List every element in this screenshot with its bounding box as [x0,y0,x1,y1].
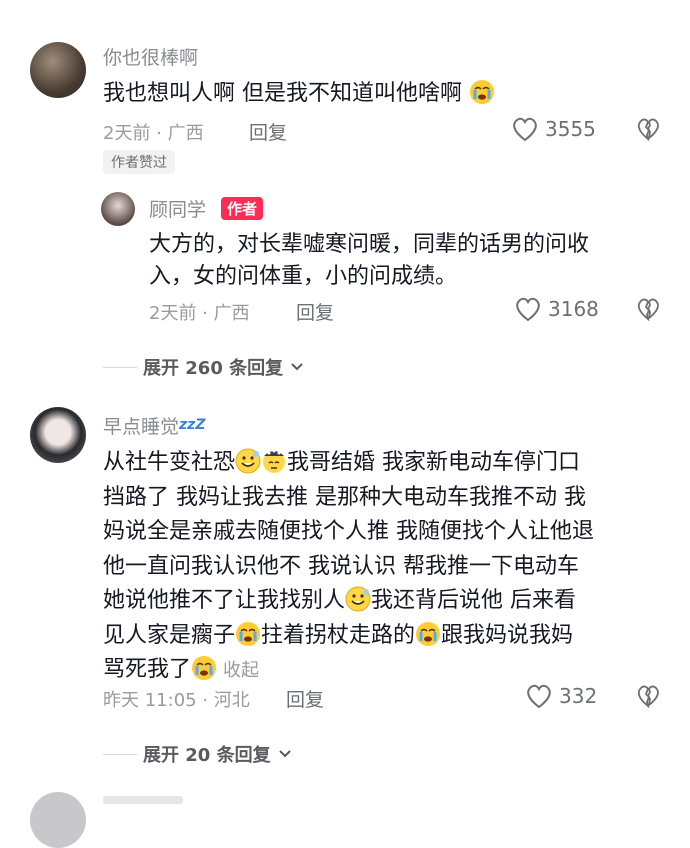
comment-meta: 2天前 · 广西 [103,123,204,144]
chevron-down-icon [291,363,303,371]
crying-face-icon [416,621,441,646]
grin-emoji-icon [235,448,261,474]
comment-text-segment: 见人家是瘸子 [103,622,236,648]
dislike-icon[interactable] [636,117,660,141]
crying-face-icon [470,80,494,104]
comment-text-line: 他一直问我认识他不 我说认识 帮我推一下电动车 [103,550,594,585]
comment-text: 我也想叫人啊 但是我不知道叫他啥啊 [103,77,495,111]
reply-text-line-2: 入，女的问体重，小的问成绩。 [149,264,458,289]
username-text: 早点睡觉 [103,416,180,438]
comment-text-segment: 挡路了 我妈让我去推 是那种大电动车我推不动 我 [103,484,586,510]
comment-text: 从社牛变社恐 我哥结婚 我家新电动车停门口挡路了 我妈让我去推 是那种大电动车我推… [103,446,594,689]
reply-like-button[interactable]: 3168 [514,296,599,322]
comment-text-segment: 我还背后说他 后来看 [371,588,577,613]
collapse-button[interactable]: 收起 [223,660,259,681]
comment-text-segment: 她说他推不了让我找别人 [103,588,346,613]
comment-text-segment: 妈说全是亲戚去随便找个人推 我随便找个人让他退 [103,519,594,544]
avatar[interactable] [30,792,86,848]
author-liked-badge: 作者赞过 [103,150,175,174]
dislike-icon[interactable] [636,684,660,708]
comment-username[interactable]: 早点睡觉zzZ [103,412,205,439]
comment-username[interactable]: 你也很棒啊 [103,43,198,70]
expand-replies-button[interactable]: 展开 260 条回复 [103,354,305,380]
heart-icon [527,684,551,709]
divider [103,753,137,755]
comment-text-segment: 拄着拐杖走路的 [261,622,416,648]
comment-text-segment: 骂死我了 [103,657,192,682]
reply-username[interactable]: 顾同学 [149,195,206,222]
grin-emoji-icon [345,586,371,612]
dizzy-emoji-icon [263,449,286,473]
comment-text-segment: 我哥结婚 我家新电动车停门口 [287,450,581,475]
expand-replies-label: 展开 20 条回复 [143,745,271,766]
crying-face-icon [192,656,217,680]
reply-reply-button[interactable]: 回复 [296,298,334,325]
comment-text-line: 见人家是瘸子 拄着拐杖走路的 跟我妈说我妈 [103,619,594,654]
comment-text-line: 骂死我了 收起 [103,653,594,689]
comment-text-line: 从社牛变社恐 我哥结婚 我家新电动车停门口 [103,446,594,481]
reply-avatar[interactable] [101,192,135,226]
divider [103,366,137,368]
avatar[interactable] [30,407,86,463]
chevron-down-icon [278,750,291,758]
heart-icon [513,117,537,142]
dislike-icon[interactable] [636,297,660,321]
expand-replies-label: 展开 260 条回复 [143,358,284,379]
like-count: 3555 [545,117,596,141]
like-button[interactable]: 332 [525,683,597,709]
like-count: 332 [559,684,598,708]
comment-text-segment: 从社牛变社恐 [103,450,236,475]
reply-text-line-1: 大方的，对长辈嘘寒问暖，同辈的话男的问收 [149,232,590,257]
reply-meta: 2天前 · 广西 [149,303,250,324]
heart-icon [516,297,540,322]
comment-text-segment: 跟我妈说我妈 [441,622,574,648]
comment-text-line: 她说他推不了让我找别人 我还背后说他 后来看 [103,584,594,619]
comment-text-content: 我也想叫人啊 但是我不知道叫他啥啊 [103,81,462,106]
comment-text-line: 妈说全是亲戚去随便找个人推 我随便找个人让他退 [103,515,594,550]
author-tag: 作者 [221,197,264,220]
comment-text-segment: 他一直问我认识他不 我说认识 帮我推一下电动车 [103,553,579,579]
reply-button[interactable]: 回复 [286,685,324,712]
next-username-placeholder [103,796,183,804]
zzz-sleep-icon: zzZ [179,417,206,433]
comment-meta: 昨天 11:05 · 河北 [103,690,250,711]
crying-face-icon [236,621,261,646]
avatar[interactable] [30,42,86,98]
comment-text-line: 挡路了 我妈让我去推 是那种大电动车我推不动 我 [103,481,594,516]
reply-like-count: 3168 [548,297,599,321]
expand-replies-button[interactable]: 展开 20 条回复 [103,741,293,767]
reply-button[interactable]: 回复 [249,118,287,145]
like-button[interactable]: 3555 [511,116,596,142]
